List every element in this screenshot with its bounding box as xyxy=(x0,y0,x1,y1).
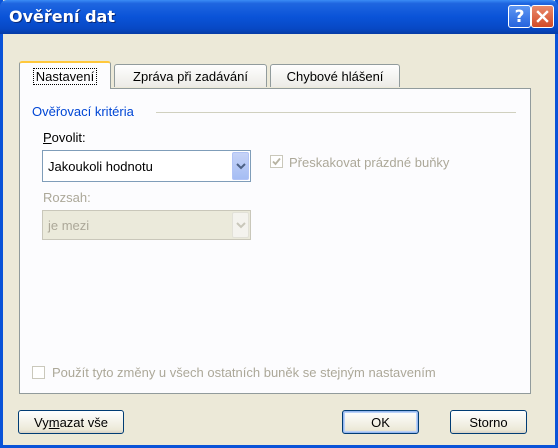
chevron-down-icon xyxy=(235,162,246,169)
title-bar[interactable]: Ověření dat ? xyxy=(0,0,558,34)
ignore-blank-label: Přeskakovat prázdné buňky xyxy=(289,155,450,170)
tab-settings[interactable]: Nastavení xyxy=(19,61,111,89)
question-icon: ? xyxy=(514,6,525,27)
allow-dropdown-button[interactable] xyxy=(232,152,249,180)
apply-all-checkbox[interactable] xyxy=(32,366,45,379)
allow-label-access-key: P xyxy=(43,130,52,145)
cancel-button[interactable]: Storno xyxy=(450,410,527,434)
range-dropdown-button[interactable] xyxy=(232,212,249,238)
allow-select-value: Jakoukoli hodnotu xyxy=(48,159,153,174)
chevron-down-icon xyxy=(235,221,246,228)
tab-input-message[interactable]: Zpráva při zadávání xyxy=(114,64,267,87)
criteria-group-label: Ověřovací kritéria xyxy=(32,104,134,119)
apply-all-label: Použít tyto změny u všech ostatních buně… xyxy=(52,365,436,380)
range-label: Rozsah: xyxy=(43,190,91,205)
checkmark-icon xyxy=(272,157,281,166)
tab-settings-label: Nastavení xyxy=(32,67,98,85)
tab-input-message-label: Zpráva při zadávání xyxy=(133,68,248,84)
dialog-title: Ověření dat xyxy=(9,7,115,26)
clear-all-label-pre: Vy xyxy=(34,414,49,430)
tab-error-alert-label: Chybové hlášení xyxy=(286,68,384,84)
clear-all-button[interactable]: Vy m azat vše xyxy=(18,410,124,434)
settings-panel xyxy=(19,88,531,394)
clear-all-label-post: azat vše xyxy=(59,414,108,430)
range-select-value: je mezi xyxy=(48,218,90,233)
close-button[interactable] xyxy=(531,5,554,28)
tab-error-alert[interactable]: Chybové hlášení xyxy=(270,64,400,87)
ignore-blank-checkbox[interactable] xyxy=(270,155,283,168)
group-divider xyxy=(156,112,516,113)
allow-label: Povolit: xyxy=(43,130,86,145)
allow-select[interactable]: Jakoukoli hodnotu xyxy=(42,150,251,182)
allow-label-text: ovolit: xyxy=(51,130,86,145)
clear-all-access-key: m xyxy=(48,414,60,430)
range-select[interactable]: je mezi xyxy=(42,210,251,240)
help-button[interactable]: ? xyxy=(508,5,531,28)
ok-button[interactable]: OK xyxy=(342,410,419,434)
close-icon xyxy=(536,10,549,23)
